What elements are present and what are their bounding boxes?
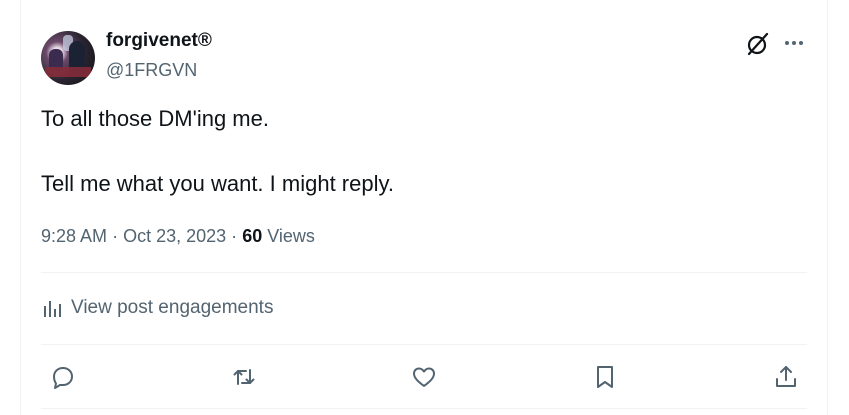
- tweet-date[interactable]: Oct 23, 2023: [123, 226, 226, 246]
- tweet-text-line-1: To all those DM'ing me.: [41, 106, 269, 131]
- avatar[interactable]: [41, 31, 95, 85]
- tweet-meta: 9:28 AM · Oct 23, 2023 · 60 Views: [41, 226, 315, 247]
- divider: [41, 272, 807, 273]
- share-icon: [776, 366, 796, 387]
- view-engagements-label: View post engagements: [71, 297, 274, 318]
- bookmark-icon: [597, 366, 613, 388]
- views-count: 60: [242, 226, 263, 246]
- repost-button[interactable]: [230, 363, 258, 391]
- more-icon[interactable]: [782, 31, 806, 55]
- like-icon: [413, 367, 435, 387]
- views-label: Views: [267, 226, 315, 246]
- bookmark-button[interactable]: [591, 363, 619, 391]
- tweet-text-line-2: Tell me what you want. I might reply.: [41, 171, 394, 196]
- tweet-time[interactable]: 9:28 AM: [41, 226, 107, 246]
- meta-separator: ·: [231, 226, 238, 246]
- reply-button[interactable]: [49, 363, 77, 391]
- share-button[interactable]: [772, 363, 800, 391]
- author-handle[interactable]: @1FRGVN: [106, 60, 197, 81]
- divider: [41, 408, 807, 409]
- analytics-icon: [44, 301, 61, 317]
- author-display-name[interactable]: forgivenet®: [106, 30, 212, 52]
- grok-icon[interactable]: [745, 31, 771, 57]
- meta-separator: ·: [112, 226, 119, 246]
- view-engagements-link[interactable]: View post engagements: [41, 297, 273, 319]
- divider: [41, 344, 807, 345]
- like-button[interactable]: [410, 363, 438, 391]
- reply-icon: [53, 367, 73, 389]
- repost-icon: [233, 369, 255, 385]
